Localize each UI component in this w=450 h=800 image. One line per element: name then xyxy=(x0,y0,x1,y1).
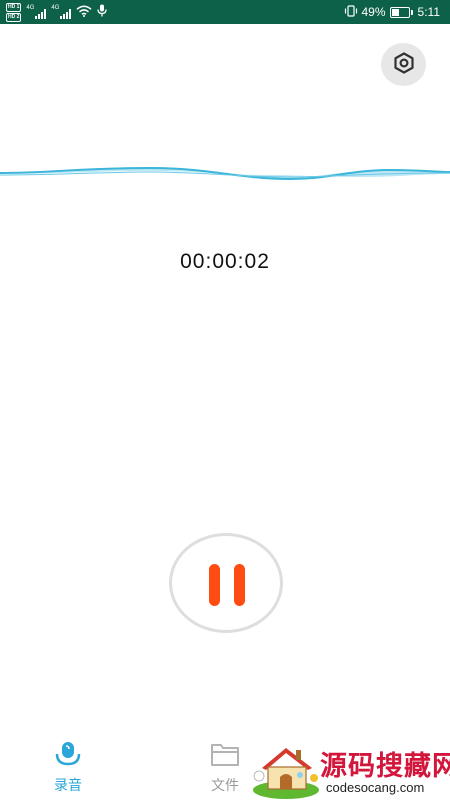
status-right: 49% 5:11 xyxy=(344,3,440,21)
status-bar: HD 1 HD 2 4G 4G 49% 5:11 xyxy=(0,0,450,24)
recording-timer: 00:00:02 xyxy=(180,250,270,273)
hd-badges: HD 1 HD 2 xyxy=(6,2,22,22)
clock: 5:11 xyxy=(417,5,440,19)
microphone-icon xyxy=(53,742,83,771)
settings-button[interactable] xyxy=(381,43,426,86)
watermark-url: codesocang.com xyxy=(326,780,425,795)
microphone-icon xyxy=(97,4,108,20)
hd-badge: HD 1 xyxy=(6,2,22,12)
network-label: 4G xyxy=(26,5,35,11)
audio-waveform xyxy=(0,166,450,181)
nav-record-label: 录音 xyxy=(54,778,82,794)
signal-icon: 4G xyxy=(51,5,72,19)
vibrate-icon xyxy=(344,4,358,20)
nav-record[interactable]: 录音 xyxy=(28,741,108,795)
settings-icon xyxy=(392,51,416,79)
signal-icon: 4G xyxy=(26,5,47,19)
wifi-icon xyxy=(76,5,92,20)
battery-percent: 49% xyxy=(361,5,386,19)
battery-icon xyxy=(389,6,413,18)
network-label: 4G xyxy=(51,5,60,11)
watermark-title: 源码搜藏网 xyxy=(320,751,450,782)
pause-button[interactable] xyxy=(169,533,283,633)
hd-badge: HD 2 xyxy=(6,12,22,22)
status-left: HD 1 HD 2 4G 4G xyxy=(6,2,108,22)
folder-icon xyxy=(210,744,240,771)
watermark: 源码搜藏网 codesocang.com xyxy=(250,738,450,800)
